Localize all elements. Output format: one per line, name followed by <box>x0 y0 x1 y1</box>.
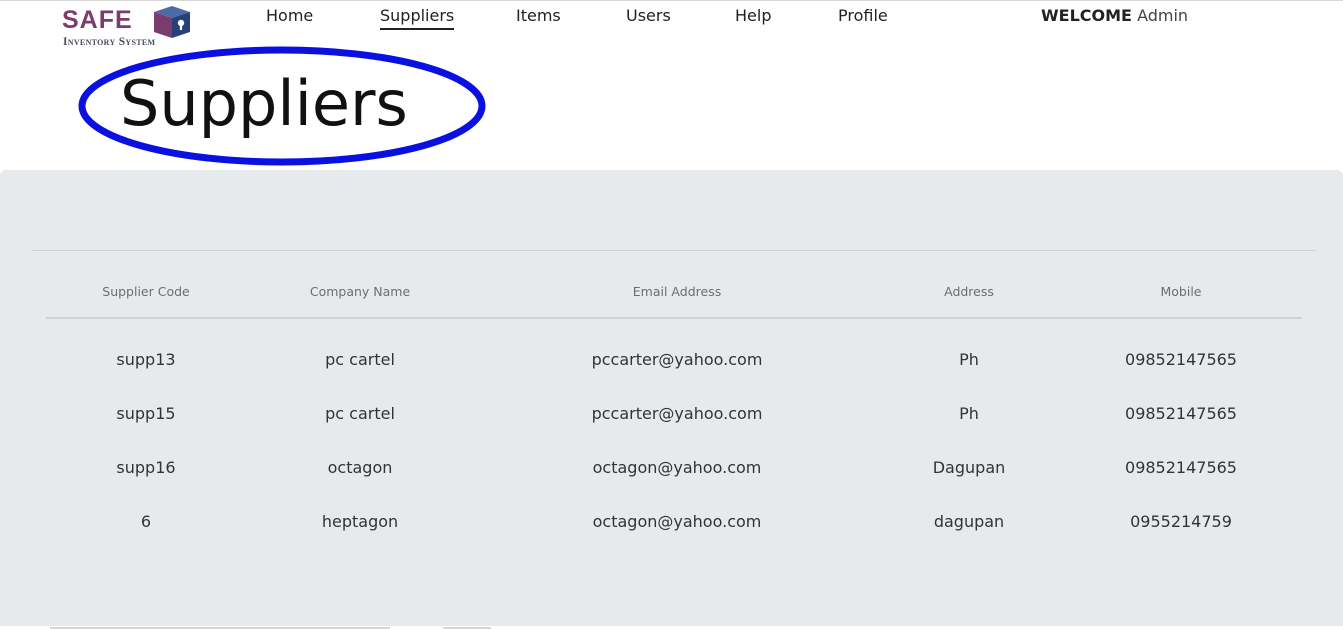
cell-company-name: pc cartel <box>325 404 395 423</box>
welcome-message: WELCOME Admin <box>1041 6 1188 26</box>
cell-mobile: 09852147565 <box>1125 404 1237 423</box>
cell-address: Ph <box>959 404 979 423</box>
nav-profile[interactable]: Profile <box>838 6 888 26</box>
suppliers-panel: Supplier Code Company Name Email Address… <box>0 170 1343 626</box>
header-divider <box>46 317 1302 319</box>
welcome-user: Admin <box>1137 6 1189 25</box>
cell-company-name: pc cartel <box>325 350 395 369</box>
nav-users[interactable]: Users <box>626 6 671 26</box>
top-border <box>0 0 1343 1</box>
cell-supplier-code: supp13 <box>116 350 176 369</box>
nav-items[interactable]: Items <box>516 6 561 26</box>
cell-supplier-code: 6 <box>140 512 152 531</box>
welcome-greeting: WELCOME <box>1041 6 1132 25</box>
divider <box>32 250 1316 251</box>
cell-mobile: 09852147565 <box>1125 458 1237 477</box>
nav-help[interactable]: Help <box>735 6 771 26</box>
column-header-address[interactable]: Address <box>944 284 994 299</box>
safe-box-icon <box>154 6 190 38</box>
column-header-email-address[interactable]: Email Address <box>633 284 721 299</box>
logo-wordmark: SAFE <box>62 6 133 34</box>
cell-supplier-code: supp16 <box>116 458 176 477</box>
cell-company-name: octagon <box>327 458 393 477</box>
cell-address: dagupan <box>933 512 1005 531</box>
cell-address: Dagupan <box>932 458 1006 477</box>
cell-email: octagon@yahoo.com <box>592 458 762 477</box>
page-title-area: Suppliers <box>78 44 488 168</box>
cell-company-name: heptagon <box>321 512 399 531</box>
column-header-supplier-code[interactable]: Supplier Code <box>102 284 189 299</box>
cell-email: pccarter@yahoo.com <box>591 404 763 423</box>
cell-email: pccarter@yahoo.com <box>591 350 763 369</box>
column-header-company-name[interactable]: Company Name <box>310 284 410 299</box>
cell-email: octagon@yahoo.com <box>592 512 762 531</box>
nav-home[interactable]: Home <box>266 6 313 26</box>
cell-mobile: 09852147565 <box>1125 350 1237 369</box>
cell-supplier-code: supp15 <box>116 404 176 423</box>
page-title: Suppliers <box>120 67 408 140</box>
cell-address: Ph <box>959 350 979 369</box>
cell-mobile: 0955214759 <box>1130 512 1232 531</box>
nav-suppliers[interactable]: Suppliers <box>380 6 455 30</box>
column-header-mobile[interactable]: Mobile <box>1160 284 1201 299</box>
